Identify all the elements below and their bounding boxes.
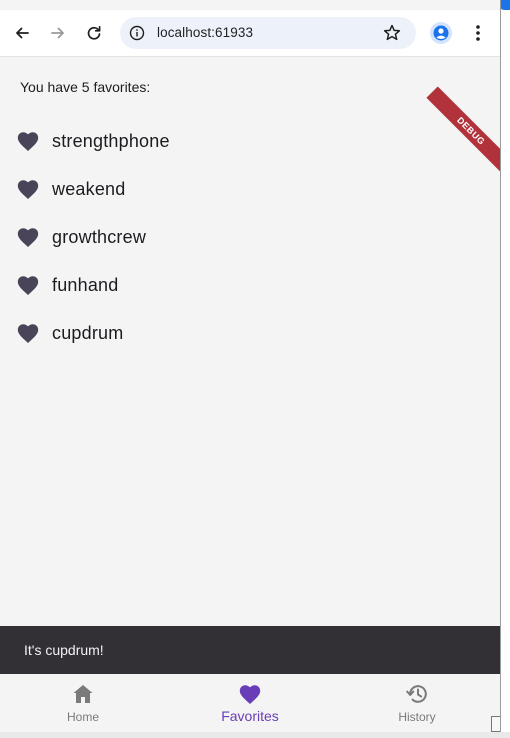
heart-icon	[17, 276, 39, 295]
favorite-word: weakend	[52, 179, 126, 199]
list-item[interactable]: funhand	[0, 261, 500, 309]
heart-icon	[17, 132, 39, 151]
favorite-word: strengthphone	[52, 131, 170, 151]
favorites-list: strengthphone weakend growthcrew funhand	[0, 117, 500, 357]
profile-button[interactable]	[430, 22, 452, 44]
favorite-word: funhand	[52, 275, 119, 295]
info-icon[interactable]	[129, 25, 145, 41]
favorite-word: cupdrum	[52, 323, 124, 343]
favorites-count-text: You have 5 favorites:	[20, 79, 151, 95]
list-item[interactable]: growthcrew	[0, 213, 500, 261]
arrow-right-icon	[51, 27, 64, 39]
snackbar: It's cupdrum!	[0, 626, 500, 674]
nav-item-favorites[interactable]: Favorites	[167, 674, 333, 732]
nav-label-history: History	[398, 710, 436, 724]
window-bottom-edge	[0, 732, 510, 738]
back-button[interactable]	[8, 19, 36, 47]
reload-button[interactable]	[80, 19, 108, 47]
favorite-word: growthcrew	[52, 227, 147, 247]
heart-icon	[17, 228, 39, 247]
snackbar-message: It's cupdrum!	[24, 642, 104, 658]
browser-window: localhost:61933 You have 5 favorites: st…	[0, 0, 501, 732]
home-icon	[73, 685, 93, 703]
history-icon	[406, 685, 427, 703]
star-icon[interactable]	[382, 23, 402, 43]
arrow-left-icon	[16, 27, 29, 39]
kebab-menu-icon[interactable]	[468, 22, 488, 44]
url-text[interactable]: localhost:61933	[157, 25, 253, 40]
heart-icon	[17, 324, 39, 343]
nav-item-home[interactable]: Home	[0, 674, 166, 732]
heart-icon	[239, 685, 261, 704]
nav-item-history[interactable]: History	[334, 674, 500, 732]
window-right-edge	[501, 10, 510, 732]
browser-toolbar: localhost:61933	[0, 10, 500, 57]
resize-grip[interactable]	[491, 716, 500, 732]
heart-icon	[17, 180, 39, 199]
nav-label-favorites: Favorites	[221, 708, 279, 724]
list-item[interactable]: strengthphone	[0, 117, 500, 165]
favorites-page: You have 5 favorites: strengthphone weak…	[0, 57, 500, 626]
list-item[interactable]: cupdrum	[0, 309, 500, 357]
bottom-navigation: Home Favorites History	[0, 674, 500, 732]
reload-icon	[87, 25, 101, 40]
address-bar[interactable]: localhost:61933	[120, 17, 416, 49]
nav-label-home: Home	[66, 710, 99, 724]
person-icon	[433, 25, 449, 41]
list-item[interactable]: weakend	[0, 165, 500, 213]
forward-button[interactable]	[44, 19, 72, 47]
